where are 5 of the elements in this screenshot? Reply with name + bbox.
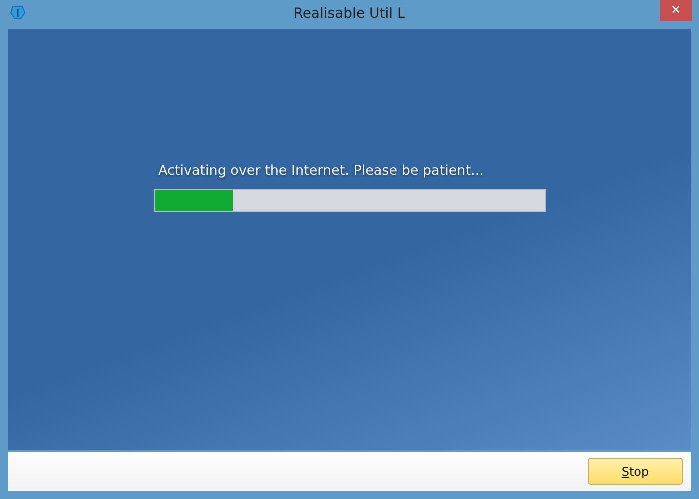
stop-button[interactable]: Stop — [588, 458, 683, 485]
window-title: Realisable Util L — [294, 5, 406, 24]
status-message: Activating over the Internet. Please be patient... — [158, 162, 485, 181]
app-icon — [10, 5, 26, 21]
close-button[interactable]: ✕ — [660, 0, 692, 21]
